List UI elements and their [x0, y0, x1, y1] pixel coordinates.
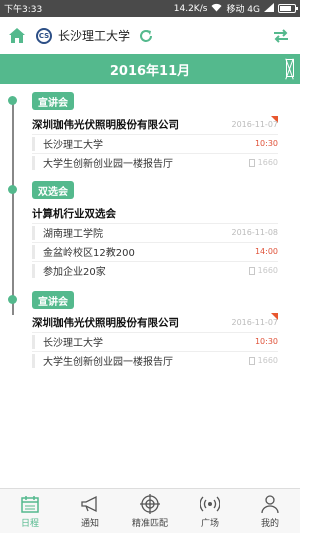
nav-label: 通知: [80, 518, 99, 529]
megaphone-icon: [81, 495, 97, 512]
nav-schedule[interactable]: 日程: [0, 489, 60, 533]
event-title[interactable]: 深圳珈伟光伏照明股份有限公司: [32, 315, 179, 330]
event-detail-row: 长沙理工大学 10:30: [32, 332, 278, 350]
bottom-nav: 日程 通知 精准匹配 广场 我的: [0, 488, 300, 533]
signal-icon: [264, 2, 274, 15]
nav-label: 精准匹配: [131, 518, 168, 529]
view-count: 1660: [257, 158, 278, 167]
month-menu-icon[interactable]: [286, 59, 294, 77]
broadcast-icon: [200, 496, 220, 511]
month-title: 2016年11月: [109, 63, 191, 79]
timeline-line: [12, 100, 14, 315]
event-detail-row: 大学生创新创业园一楼报告厅 1660: [32, 153, 278, 171]
event-title-row[interactable]: 深圳珈伟光伏照明股份有限公司 2016-11-07: [32, 314, 278, 330]
timeline-dot: [8, 295, 17, 304]
event-type-badge: 宣讲会: [32, 291, 74, 309]
event-title[interactable]: 深圳珈伟光伏照明股份有限公司: [32, 117, 179, 132]
event-date: 2016-11-07: [231, 317, 279, 327]
nav-notice[interactable]: 通知: [60, 489, 120, 533]
event-date: 2016-11-07: [231, 119, 279, 129]
month-header: 2016年11月: [0, 54, 300, 84]
event-detail-row: 参加企业20家 1660: [32, 261, 278, 279]
school-logo: CS: [36, 27, 52, 44]
carrier-text: 移动 4G: [226, 5, 260, 15]
wifi-icon: [211, 3, 222, 15]
event-type-badge: 双选会: [32, 181, 74, 199]
event-time: 14:00: [254, 247, 278, 256]
view-count: 1660: [257, 266, 278, 275]
status-right: 14.2K/s 移动 4G: [173, 2, 298, 15]
event-title-row[interactable]: 计算机行业双选会: [32, 205, 278, 221]
event-location: 湖南理工学院: [43, 229, 103, 240]
target-icon: [140, 493, 160, 514]
event-time: 10:30: [254, 337, 278, 346]
school-name[interactable]: 长沙理工大学: [58, 27, 130, 44]
nav-match[interactable]: 精准匹配: [120, 489, 180, 533]
user-icon: [261, 494, 279, 513]
nav-label: 广场: [200, 518, 219, 529]
event-venue: 大学生创新创业园一楼报告厅: [43, 357, 173, 368]
event-time: 10:30: [254, 139, 278, 148]
event-title[interactable]: 计算机行业双选会: [32, 206, 116, 221]
nav-mine[interactable]: 我的: [240, 489, 300, 533]
view-count: 1660: [257, 356, 278, 365]
view-count-icon: [248, 356, 255, 365]
battery-icon: [278, 4, 298, 13]
event-type-badge: 宣讲会: [32, 92, 74, 110]
timeline-dot: [8, 96, 17, 105]
event-detail-row: 长沙理工大学 10:30: [32, 134, 278, 152]
event-detail-row: 大学生创新创业园一楼报告厅 1660: [32, 351, 278, 369]
nav-square[interactable]: 广场: [180, 489, 240, 533]
view-count-icon: [248, 158, 255, 167]
event-detail-row: 金盆岭校区12教200 14:00: [32, 242, 278, 260]
home-icon[interactable]: [8, 27, 26, 45]
top-bar: CS 长沙理工大学: [0, 17, 300, 54]
event-venue: 大学生创新创业园一楼报告厅: [43, 159, 173, 170]
event-date: 2016-11-08: [231, 228, 279, 237]
event-location: 长沙理工大学: [43, 140, 103, 151]
event-detail-row: 湖南理工学院 2016-11-08: [32, 223, 278, 241]
network-speed: 14.2K/s: [173, 3, 208, 14]
event-company-count: 参加企业20家: [43, 267, 106, 278]
nav-label: 我的: [260, 518, 279, 529]
timeline-dot: [8, 185, 17, 194]
event-title-row[interactable]: 深圳珈伟光伏照明股份有限公司 2016-11-07: [32, 116, 278, 132]
status-bar: 下午3:33 14.2K/s 移动 4G: [0, 0, 300, 17]
swap-icon[interactable]: [272, 27, 290, 45]
refresh-icon[interactable]: [138, 28, 154, 44]
status-time: 下午3:33: [4, 5, 43, 15]
view-count-icon: [248, 266, 255, 275]
event-location: 长沙理工大学: [43, 338, 103, 349]
calendar-icon: [21, 495, 39, 513]
nav-label: 日程: [20, 518, 39, 529]
event-venue: 金盆岭校区12教200: [43, 248, 135, 259]
